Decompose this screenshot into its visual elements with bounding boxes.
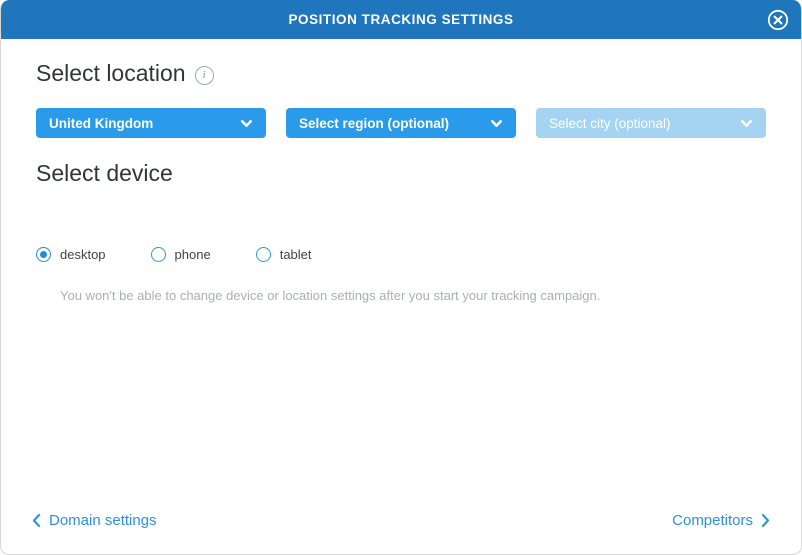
location-dropdown-row: United Kingdom Select region (optional) … [36,108,766,138]
chevron-down-icon [491,119,502,127]
info-icon[interactable]: i [194,66,214,85]
modal-titlebar: POSITION TRACKING SETTINGS [1,0,801,39]
radio-circle-phone [150,247,166,262]
select-location-heading: Select location i [36,60,214,87]
radio-option-phone[interactable]: phone [150,247,211,262]
city-dropdown-value: Select city (optional) [549,115,671,131]
position-tracking-settings-modal: POSITION TRACKING SETTINGS Select locati… [0,0,802,555]
radio-circle-tablet [255,247,271,262]
device-radio-group: desktop phone tablet [36,247,312,262]
region-dropdown-value: Select region (optional) [299,115,450,131]
select-device-label: Select device [36,160,173,186]
chevron-down-icon [741,119,752,127]
device-helper-text: You won't be able to change device or lo… [60,288,601,303]
radio-label-phone: phone [174,247,211,262]
chevron-down-icon [241,119,252,127]
modal-title: POSITION TRACKING SETTINGS [288,12,514,27]
select-location-label: Select location [36,60,186,86]
close-circle-glyph [767,9,789,30]
region-dropdown[interactable]: Select region (optional) [286,108,516,138]
modal-body: Select location i United Kingdom Select … [1,39,801,554]
back-link-label: Domain settings [49,511,157,529]
chevron-right-icon [761,513,770,527]
country-dropdown[interactable]: United Kingdom [36,108,266,138]
close-circle-icon[interactable] [766,8,790,32]
radio-option-tablet[interactable]: tablet [255,247,312,262]
select-device-heading: Select device [36,160,173,187]
modal-footer: Domain settings Competitors [1,508,801,532]
radio-circle-desktop [36,247,51,262]
radio-label-desktop: desktop [60,247,106,262]
radio-dot-desktop [40,251,47,258]
city-dropdown[interactable]: Select city (optional) [536,108,766,138]
chevron-left-icon [32,513,41,527]
radio-label-tablet: tablet [279,247,312,262]
back-to-domain-settings-link[interactable]: Domain settings [31,512,157,529]
next-link-label: Competitors [672,511,753,529]
country-dropdown-value: United Kingdom [49,115,154,131]
next-to-competitors-link[interactable]: Competitors [672,512,771,529]
radio-option-desktop[interactable]: desktop [36,247,106,262]
